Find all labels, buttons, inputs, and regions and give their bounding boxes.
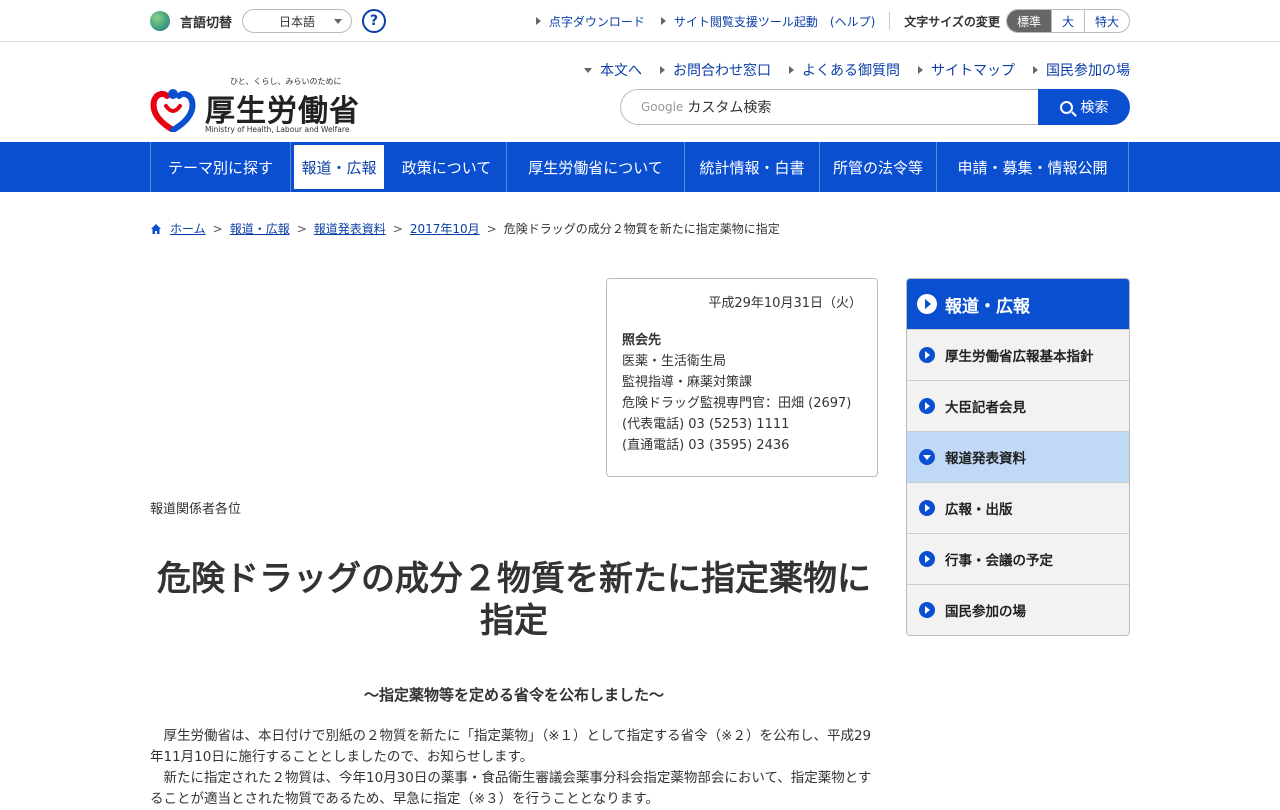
skip-to-content-link[interactable]: 本文へ: [584, 60, 642, 80]
utility-bar: 言語切替 日本語 ? 点字ダウンロード サイト閲覧支援ツール起動 (ヘルプ) 文…: [0, 0, 1280, 42]
gnav-applications[interactable]: 申請・募集・情報公開: [937, 142, 1129, 192]
header-nav: 本文へ お問合わせ窓口 よくある御質問 サイトマップ 国民参加の場: [566, 60, 1130, 80]
arrow-right-icon: [535, 17, 541, 25]
divider: [889, 12, 891, 30]
gnav-laws[interactable]: 所管の法令等: [820, 142, 937, 192]
search-placeholder: カスタム検索: [687, 100, 772, 116]
arrow-circle-icon: [917, 294, 937, 314]
arrow-right-icon: [660, 17, 666, 25]
logo-title: 厚生労働省: [205, 94, 360, 129]
arrow-down-icon: [584, 67, 592, 73]
site-search: Google カスタム検索 検索: [620, 89, 1130, 125]
gnav-policy[interactable]: 政策について: [387, 142, 507, 192]
site-logo[interactable]: ひと、くらし、みらいのために 厚生労働省 Ministry of Health,…: [150, 76, 360, 136]
arrow-circle-icon: [919, 602, 935, 618]
logo-english: Ministry of Health, Labour and Welfare: [205, 125, 350, 134]
browsing-tool-link[interactable]: サイト閲覧支援ツール起動 (ヘルプ): [660, 13, 875, 30]
font-size-standard-button[interactable]: 標準: [1006, 10, 1051, 32]
language-label: 言語切替: [180, 15, 233, 31]
breadcrumb-current: 危険ドラッグの成分２物質を新たに指定薬物に指定: [503, 222, 780, 236]
arrow-circle-icon: [919, 398, 935, 414]
contact-line: 監視指導・麻薬対策課: [622, 375, 753, 390]
search-input[interactable]: Google カスタム検索: [620, 89, 1038, 125]
arrow-circle-icon: [919, 347, 935, 363]
search-icon: [1059, 100, 1073, 114]
breadcrumb-separator: >: [392, 221, 403, 236]
mhlw-logo-icon: [150, 89, 196, 132]
body-paragraph: 厚生労働省は、本日付けで別紙の２物質を新たに「指定薬物」（※１）として指定する省…: [150, 728, 872, 765]
help-button[interactable]: ?: [362, 9, 387, 33]
page-subtitle: ～指定薬物等を定める省令を公布しました～: [363, 686, 664, 704]
sidebar: 報道・広報 厚生労働省広報基本指針 大臣記者会見 報道発表資料 広報・出版 行事…: [906, 278, 1130, 636]
gnav-statistics[interactable]: 統計情報・白書: [685, 142, 820, 192]
font-size-xlarge-button[interactable]: 特大: [1083, 10, 1129, 32]
article-body: 厚生労働省は、本日付けで別紙の２物質を新たに「指定薬物」（※１）として指定する省…: [150, 726, 878, 810]
google-label: Google: [641, 100, 684, 114]
body-paragraph: 新たに指定された２物質は、今年10月30日の薬事・食品衛生審議会薬事分科会指定薬…: [150, 770, 872, 807]
contact-line: (直通電話) 03 (3595) 2436: [622, 438, 790, 453]
font-size-switcher: 標準 大 特大: [1005, 9, 1130, 33]
contact-line: (代表電話) 03 (5253) 1111: [622, 417, 790, 432]
sidebar-item-events[interactable]: 行事・会議の予定: [907, 533, 1129, 584]
addressee: 報道関係者各位: [150, 502, 242, 517]
home-icon: [151, 223, 161, 234]
sidebar-heading[interactable]: 報道・広報: [907, 279, 1129, 329]
contact-link[interactable]: お問合わせ窓口: [660, 60, 771, 80]
breadcrumb-month[interactable]: 2017年10月: [410, 220, 480, 237]
breadcrumb: ホーム > 報道・広報 > 報道発表資料 > 2017年10月 > 危険ドラッグ…: [150, 220, 780, 237]
language-value: 日本語: [279, 14, 316, 29]
font-size-label: 文字サイズの変更: [904, 14, 1000, 29]
page-title: 危険ドラッグの成分２物質を新たに指定薬物に指定: [157, 559, 871, 641]
braille-download-link[interactable]: 点字ダウンロード: [535, 13, 645, 30]
gnav-press[interactable]: 報道・広報: [291, 142, 387, 192]
arrow-right-icon: [1033, 66, 1038, 74]
font-size-large-button[interactable]: 大: [1050, 10, 1084, 32]
sidebar-item-press-releases[interactable]: 報道発表資料: [907, 431, 1129, 482]
arrow-right-icon: [660, 66, 665, 74]
sitemap-link[interactable]: サイトマップ: [918, 60, 1015, 80]
breadcrumb-separator: >: [486, 221, 497, 236]
contact-line: 危険ドラッグ監視専門官：田畑 (2697): [622, 396, 852, 411]
sidebar-item-pr-policy[interactable]: 厚生労働省広報基本指針: [907, 329, 1129, 380]
arrow-right-icon: [918, 66, 923, 74]
globe-icon: [150, 11, 170, 31]
global-nav: テーマ別に探す 報道・広報 政策について 厚生労働省について 統計情報・白書 所…: [0, 142, 1280, 192]
breadcrumb-press-releases[interactable]: 報道発表資料: [314, 220, 386, 237]
gnav-about[interactable]: 厚生労働省について: [507, 142, 685, 192]
arrow-circle-icon: [919, 500, 935, 516]
language-select[interactable]: 日本語: [242, 9, 353, 33]
site-header: ひと、くらし、みらいのために 厚生労働省 Ministry of Health,…: [0, 42, 1280, 142]
arrow-circle-icon: [919, 551, 935, 567]
public-participation-link[interactable]: 国民参加の場: [1033, 60, 1130, 80]
gnav-theme[interactable]: テーマ別に探す: [151, 142, 291, 192]
sidebar-item-publications[interactable]: 広報・出版: [907, 482, 1129, 533]
breadcrumb-separator: >: [212, 221, 223, 236]
chevron-down-icon: [334, 19, 343, 24]
sidebar-item-participation[interactable]: 国民参加の場: [907, 584, 1129, 635]
sidebar-item-press-conference[interactable]: 大臣記者会見: [907, 380, 1129, 431]
faq-link[interactable]: よくある御質問: [789, 60, 900, 80]
contact-label: 照会先: [622, 333, 662, 348]
release-date: 平成29年10月31日（火）: [708, 296, 862, 311]
contact-line: 医薬・生活衛生局: [622, 354, 727, 369]
search-button[interactable]: 検索: [1038, 89, 1130, 125]
breadcrumb-press[interactable]: 報道・広報: [230, 220, 290, 237]
arrow-right-icon: [789, 66, 794, 74]
breadcrumb-home[interactable]: ホーム: [170, 220, 206, 237]
contact-box: 平成29年10月31日（火） 照会先 医薬・生活衛生局 監視指導・麻薬対策課 危…: [606, 278, 878, 477]
arrow-circle-down-icon: [919, 449, 935, 465]
breadcrumb-separator: >: [296, 221, 307, 236]
